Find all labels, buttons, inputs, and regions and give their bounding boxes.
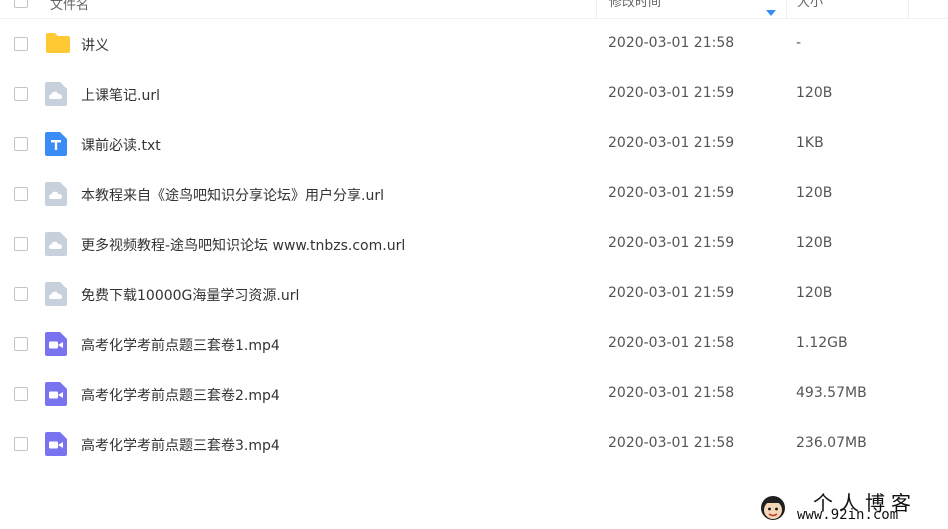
file-row[interactable]: 免费下载10000G海量学习资源.url 2020-03-01 21:59 120B xyxy=(0,269,948,319)
file-name-link[interactable]: 免费下载10000G海量学习资源.url xyxy=(81,285,299,305)
file-size: 236.07MB xyxy=(796,435,867,451)
file-modified-time: 2020-03-01 21:58 xyxy=(608,35,735,51)
row-checkbox[interactable] xyxy=(14,237,28,251)
column-header-size[interactable]: 大小 xyxy=(786,0,908,18)
url-file-icon xyxy=(45,182,67,206)
file-size: 1KB xyxy=(796,135,824,151)
column-header-modified-time[interactable]: 修改时间 xyxy=(596,0,772,18)
file-list-header: 文件名 修改时间 大小 xyxy=(0,0,948,19)
sort-down-icon[interactable] xyxy=(766,10,776,16)
row-checkbox[interactable] xyxy=(14,387,28,401)
file-row[interactable]: 讲义 2020-03-01 21:58 - xyxy=(0,19,948,69)
file-size: 120B xyxy=(796,235,833,251)
file-modified-time: 2020-03-01 21:59 xyxy=(608,285,735,301)
row-checkbox[interactable] xyxy=(14,187,28,201)
file-size: 120B xyxy=(796,185,833,201)
file-modified-time: 2020-03-01 21:59 xyxy=(608,85,735,101)
file-modified-time: 2020-03-01 21:59 xyxy=(608,185,735,201)
row-checkbox[interactable] xyxy=(14,137,28,151)
file-name-link[interactable]: 上课笔记.url xyxy=(81,85,160,105)
watermark-url: www.92in.com xyxy=(797,507,899,523)
file-row[interactable]: 高考化学考前点题三套卷2.mp4 2020-03-01 21:58 493.57MB xyxy=(0,369,948,419)
select-all-checkbox[interactable] xyxy=(14,0,28,8)
url-file-icon xyxy=(45,82,67,106)
file-size: 493.57MB xyxy=(796,385,867,401)
row-checkbox[interactable] xyxy=(14,337,28,351)
file-name-link[interactable]: 高考化学考前点题三套卷2.mp4 xyxy=(81,385,280,405)
row-checkbox[interactable] xyxy=(14,37,28,51)
video-file-icon xyxy=(45,382,67,406)
watermark: 个人博客 www.92in.com xyxy=(756,487,948,529)
file-modified-time: 2020-03-01 21:58 xyxy=(608,435,735,451)
row-checkbox[interactable] xyxy=(14,87,28,101)
folder-icon xyxy=(45,32,70,56)
file-row[interactable]: 本教程来自《途鸟吧知识分享论坛》用户分享.url 2020-03-01 21:59… xyxy=(0,169,948,219)
file-size: 1.12GB xyxy=(796,335,848,351)
file-modified-time: 2020-03-01 21:59 xyxy=(608,135,735,151)
file-row[interactable]: 高考化学考前点题三套卷3.mp4 2020-03-01 21:58 236.07MB xyxy=(0,419,948,469)
avatar-icon xyxy=(761,496,785,520)
video-file-icon xyxy=(45,432,67,456)
file-row[interactable]: 上课笔记.url 2020-03-01 21:59 120B xyxy=(0,69,948,119)
url-file-icon xyxy=(45,232,67,256)
row-checkbox[interactable] xyxy=(14,437,28,451)
video-file-icon xyxy=(45,332,67,356)
file-size: - xyxy=(796,35,802,51)
file-row[interactable]: 高考化学考前点题三套卷1.mp4 2020-03-01 21:58 1.12GB xyxy=(0,319,948,369)
file-name-link[interactable]: 讲义 xyxy=(81,35,109,55)
column-divider xyxy=(908,0,909,18)
url-file-icon xyxy=(45,282,67,306)
file-name-link[interactable]: 更多视频教程-途鸟吧知识论坛 www.tnbzs.com.url xyxy=(81,235,405,255)
file-name-link[interactable]: 高考化学考前点题三套卷3.mp4 xyxy=(81,435,280,455)
file-name-link[interactable]: 课前必读.txt xyxy=(81,135,161,155)
file-modified-time: 2020-03-01 21:58 xyxy=(608,335,735,351)
file-row[interactable]: 更多视频教程-途鸟吧知识论坛 www.tnbzs.com.url 2020-03-… xyxy=(0,219,948,269)
file-modified-time: 2020-03-01 21:59 xyxy=(608,235,735,251)
file-modified-time: 2020-03-01 21:58 xyxy=(608,385,735,401)
file-size: 120B xyxy=(796,285,833,301)
file-name-link[interactable]: 高考化学考前点题三套卷1.mp4 xyxy=(81,335,280,355)
file-name-link[interactable]: 本教程来自《途鸟吧知识分享论坛》用户分享.url xyxy=(81,185,384,205)
row-checkbox[interactable] xyxy=(14,287,28,301)
file-row[interactable]: 课前必读.txt 2020-03-01 21:59 1KB xyxy=(0,119,948,169)
file-size: 120B xyxy=(796,85,833,101)
column-header-name[interactable]: 文件名 xyxy=(50,0,89,13)
txt-file-icon xyxy=(45,132,67,156)
